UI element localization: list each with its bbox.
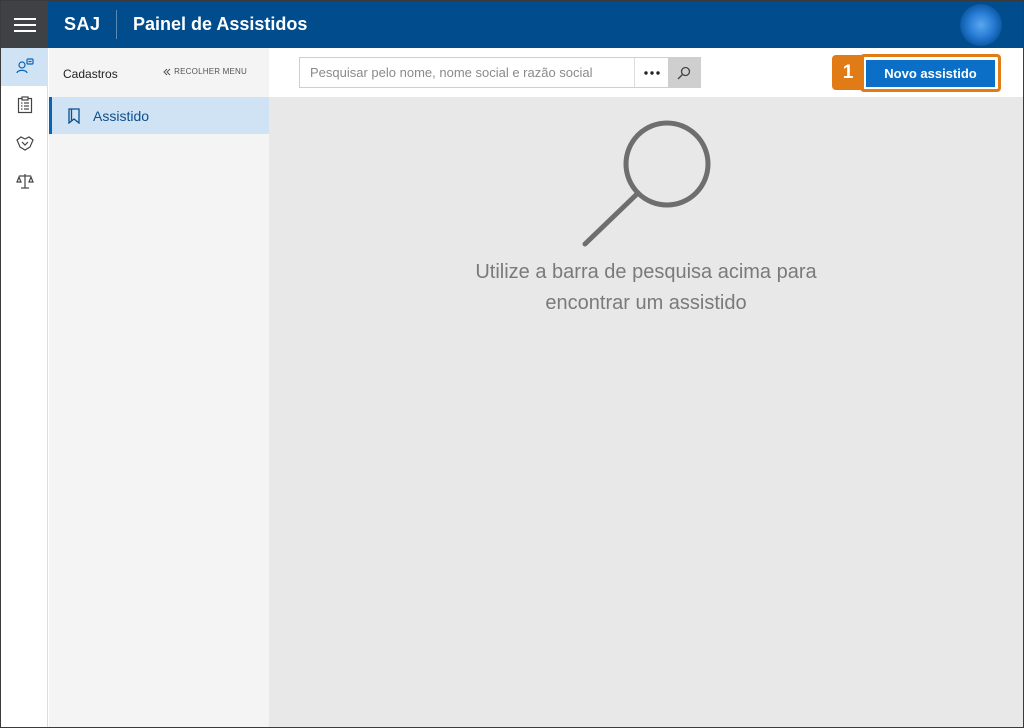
rail-item-assistidos[interactable] [1, 48, 48, 86]
page-title: Painel de Assistidos [133, 14, 308, 34]
menu-item-assistido[interactable]: Assistido [49, 97, 269, 134]
scales-icon [15, 174, 34, 189]
search-button[interactable] [668, 58, 700, 87]
new-assistido-button[interactable]: Novo assistido [866, 60, 995, 87]
brand-logo[interactable]: SAJ [64, 1, 101, 48]
empty-state-line1: Utilize a barra de pesquisa acima para [475, 261, 817, 283]
clipboard-list-icon [17, 96, 32, 114]
double-chevron-left-icon [163, 68, 171, 75]
menu-header: Cadastros RECOLHER MENU [49, 48, 269, 97]
search-bar [299, 57, 701, 88]
rail-item-legal[interactable] [1, 162, 48, 200]
collapse-menu-label: RECOLHER MENU [174, 67, 247, 76]
more-dots-icon [643, 70, 660, 75]
user-search-icon [15, 58, 34, 74]
hamburger-icon [13, 17, 36, 32]
empty-state-line2: encontrar um assistido [545, 292, 747, 314]
toolbar: 1 Novo assistido [269, 48, 1023, 97]
side-menu: Cadastros RECOLHER MENU Assistido [49, 48, 269, 727]
search-icon [677, 66, 691, 79]
more-options-button[interactable] [634, 58, 668, 87]
app-window: SAJ Painel de Assistidos Cadastros RECOL… [0, 0, 1024, 728]
top-bar: SAJ Painel de Assistidos [1, 1, 1023, 48]
collapse-menu-button[interactable]: RECOLHER MENU [163, 67, 247, 76]
header-divider [116, 10, 117, 39]
icon-rail [1, 48, 48, 727]
hamburger-button[interactable] [1, 1, 48, 48]
handshake-icon [15, 136, 34, 151]
menu-title: Cadastros [63, 67, 118, 81]
bookmark-icon [68, 107, 80, 124]
avatar[interactable] [960, 4, 1002, 46]
empty-state-message: Utilize a barra de pesquisa acima para e… [346, 257, 946, 319]
magnifier-icon [582, 120, 711, 247]
rail-item-documents[interactable] [1, 86, 48, 124]
rail-item-agreements[interactable] [1, 124, 48, 162]
menu-item-label: Assistido [93, 107, 150, 124]
search-input[interactable] [300, 58, 634, 87]
main-content: Utilize a barra de pesquisa acima para e… [269, 97, 1023, 727]
